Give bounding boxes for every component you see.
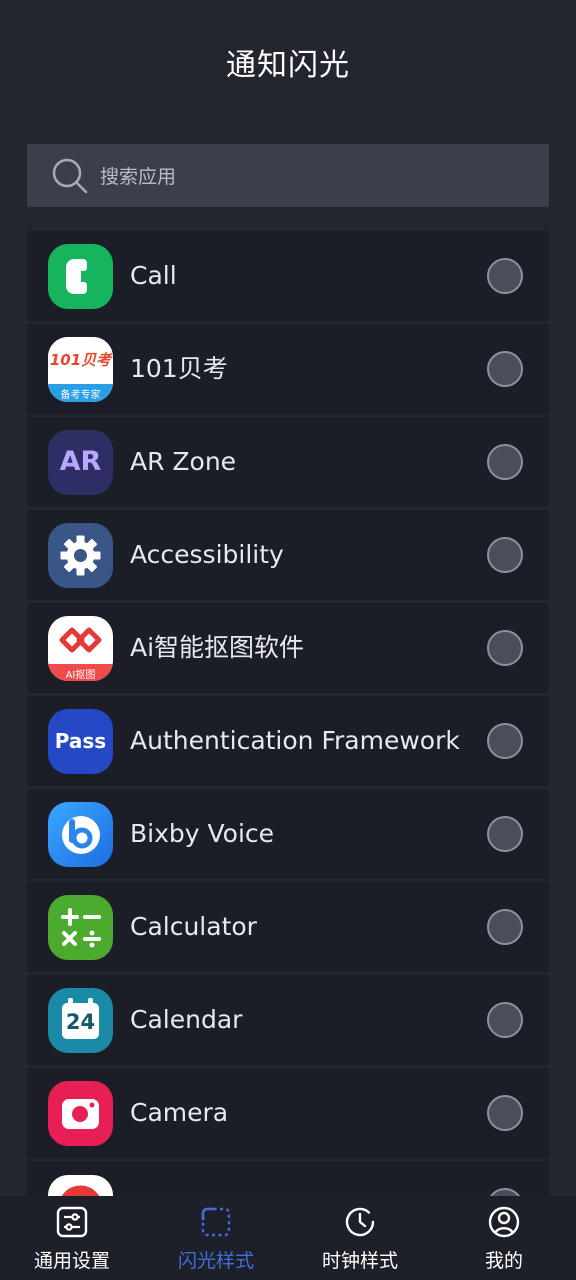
icon-sub-text: AI抠图 [65, 670, 96, 681]
icon-text: 24 [65, 1010, 96, 1034]
tab-label: 闪光样式 [177, 1250, 254, 1272]
app-list: Call 101贝考 备考专家 101贝考 AR AR Zone Accessi… [27, 231, 549, 1197]
gear-icon [48, 523, 113, 588]
select-radio[interactable] [487, 537, 523, 573]
bixby-icon [48, 802, 113, 867]
bottom-tab-bar: 通用设置 闪光样式 时钟样式 我的 [0, 1196, 576, 1280]
app-row-calendar[interactable]: 24 Calendar [27, 975, 549, 1065]
app-name: Calculator [130, 912, 257, 941]
app-row-ai-cutout[interactable]: AI抠图 Ai智能抠图软件 [27, 603, 549, 693]
sliders-icon [54, 1204, 90, 1240]
app-name: Camera [130, 1098, 229, 1127]
calendar-icon: 24 [48, 988, 113, 1053]
app-row-camera[interactable]: Camera [27, 1068, 549, 1158]
app-name: AR Zone [130, 447, 237, 476]
tab-mine[interactable]: 我的 [432, 1196, 576, 1280]
app-name: Calendar [130, 1005, 243, 1034]
select-radio[interactable] [487, 723, 523, 759]
101beikao-icon: 101贝考 备考专家 [48, 337, 113, 402]
camera-icon [48, 1081, 113, 1146]
select-radio[interactable] [487, 816, 523, 852]
app-row-bixby-voice[interactable]: Bixby Voice [27, 789, 549, 879]
app-row-calculator[interactable]: Calculator [27, 882, 549, 972]
app-name: Authentication Framework [130, 726, 460, 755]
select-radio[interactable] [487, 630, 523, 666]
icon-text: Pass [54, 729, 107, 753]
clock-icon [342, 1204, 378, 1240]
pass-icon: Pass [48, 709, 113, 774]
ar-zone-icon: AR [48, 430, 113, 495]
app-row-accessibility[interactable]: Accessibility [27, 510, 549, 600]
select-radio[interactable] [487, 258, 523, 294]
app-name: Ai智能抠图软件 [130, 633, 305, 662]
select-radio[interactable] [487, 1095, 523, 1131]
app-name: Accessibility [130, 540, 284, 569]
tab-label: 通用设置 [33, 1250, 110, 1272]
user-icon [486, 1204, 522, 1240]
app-name: Call [130, 261, 177, 290]
app-row-partial[interactable] [27, 1161, 549, 1197]
select-radio[interactable] [487, 351, 523, 387]
app-row-ar-zone[interactable]: AR AR Zone [27, 417, 549, 507]
phone-icon [48, 244, 113, 309]
app-row-call[interactable]: Call [27, 231, 549, 321]
select-radio[interactable] [487, 1002, 523, 1038]
app-row-101beikao[interactable]: 101贝考 备考专家 101贝考 [27, 324, 549, 414]
tab-label: 我的 [484, 1250, 523, 1272]
app-row-authentication-framework[interactable]: Pass Authentication Framework [27, 696, 549, 786]
select-radio[interactable] [487, 444, 523, 480]
icon-sub-text: 备考专家 [60, 390, 101, 401]
search-icon [50, 156, 90, 196]
tab-flash-style[interactable]: 闪光样式 [144, 1196, 288, 1280]
page-title: 通知闪光 [226, 48, 350, 83]
flash-frame-icon [198, 1204, 234, 1240]
app-name: Bixby Voice [130, 819, 275, 848]
calculator-icon [48, 895, 113, 960]
icon-brand-text: 101贝考 [49, 351, 112, 369]
tab-label: 时钟样式 [321, 1250, 398, 1272]
search-bar[interactable]: 搜索应用 [27, 144, 549, 207]
search-input[interactable]: 搜索应用 [100, 162, 176, 189]
select-radio[interactable] [487, 909, 523, 945]
tab-clock-style[interactable]: 时钟样式 [288, 1196, 432, 1280]
title-bar: 通知闪光 [0, 0, 576, 126]
ai-cutout-icon: AI抠图 [48, 616, 113, 681]
app-name: 101贝考 [130, 354, 228, 383]
icon-text: AR [59, 446, 102, 477]
tab-general-settings[interactable]: 通用设置 [0, 1196, 144, 1280]
app-icon-partial [48, 1175, 113, 1197]
